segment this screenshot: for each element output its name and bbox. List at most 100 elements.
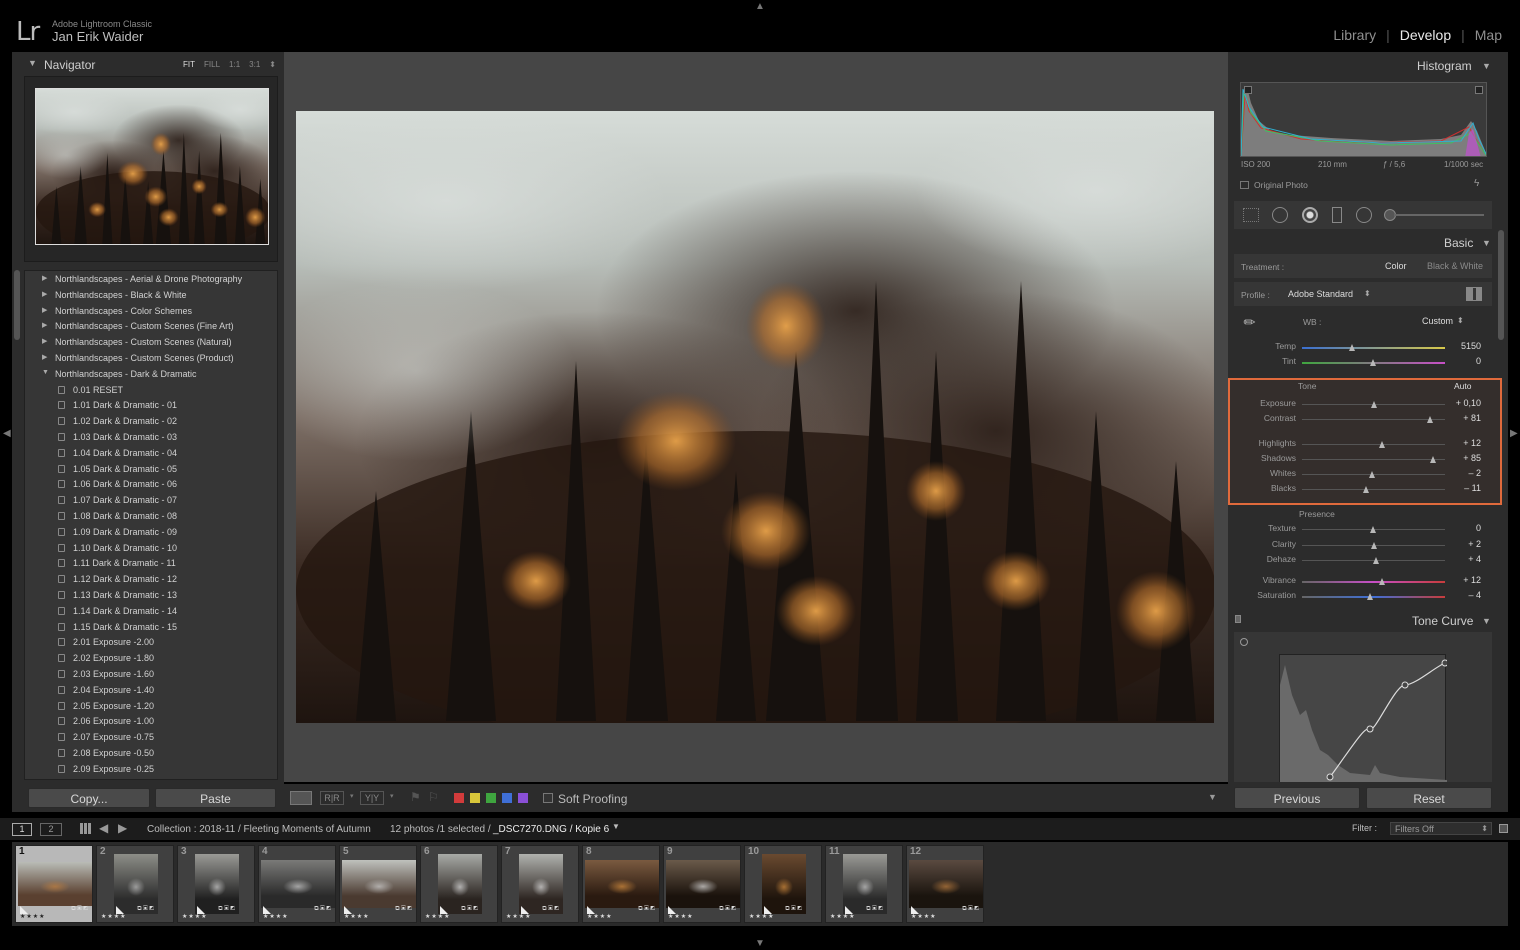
previous-button[interactable]: Previous [1234,787,1360,809]
slider-value[interactable]: + 0,10 [1456,398,1481,408]
filmstrip-thumb[interactable]: 4 ⧉ ▣ ◩ ★★★★ [258,845,336,923]
dropdown-arrows-icon[interactable]: ⬍ [1364,289,1371,298]
preset-item[interactable]: 2.07 Exposure -0.75 [25,731,275,747]
toolbar-options-icon[interactable]: ▼ [1208,792,1217,802]
slider-track[interactable] [1302,401,1445,408]
color-label-red[interactable] [454,793,464,803]
copy-button[interactable]: Copy... [28,788,150,808]
preset-folder[interactable]: ▶ Northlandscapes - Custom Scenes (Natura… [25,336,275,352]
main-window-button[interactable]: 1 [12,823,32,836]
slider-value[interactable]: – 4 [1468,590,1481,600]
preset-folder[interactable]: ▶ Northlandscapes - Custom Scenes (Produc… [25,352,275,368]
tone-curve-title[interactable]: Tone Curve [1412,614,1473,628]
collapse-triangle-icon[interactable]: ▼ [1482,61,1491,71]
soft-proofing-checkbox[interactable] [543,793,553,803]
main-photo[interactable] [296,111,1214,723]
filmstrip-thumb[interactable]: 9 ⧉ ▣ ◩ ★★★★ [663,845,741,923]
slider-contrast[interactable]: Contrast + 81 [1232,413,1492,427]
slider-thumb[interactable] [1368,471,1375,478]
filename-dropdown-icon[interactable]: ▼ [612,822,620,831]
preset-item[interactable]: 1.07 Dark & Dramatic - 07 [25,494,275,510]
filmstrip-thumb[interactable]: 8 ⧉ ▣ ◩ ★★★★ [582,845,660,923]
slider-thumb[interactable] [1348,344,1355,351]
preset-item[interactable]: 1.01 Dark & Dramatic - 01 [25,399,275,415]
slider-track[interactable] [1302,359,1445,366]
preset-item[interactable]: 1.08 Dark & Dramatic - 08 [25,510,275,526]
basic-title[interactable]: Basic [1444,236,1473,250]
preset-item[interactable]: 1.14 Dark & Dramatic - 14 [25,605,275,621]
slider-value[interactable]: + 12 [1463,575,1481,585]
before-after-view-icon[interactable]: R|R [320,791,344,805]
filmstrip-thumb[interactable]: 10 ⧉ ▣ ◩ ★★★★ [744,845,822,923]
preset-item[interactable]: 1.13 Dark & Dramatic - 13 [25,589,275,605]
preset-folder[interactable]: ▶ Northlandscapes - Color Schemes [25,305,275,321]
module-library[interactable]: Library [1323,27,1386,43]
slider-value[interactable]: 0 [1476,356,1481,366]
expanded-triangle-icon[interactable]: ▼ [42,369,49,376]
slider-exposure[interactable]: Exposure + 0,10 [1232,398,1492,412]
slider-track[interactable] [1302,344,1445,351]
histogram-graph[interactable] [1240,82,1487,157]
preset-item[interactable]: 1.11 Dark & Dramatic - 11 [25,557,275,573]
treatment-color-option[interactable]: Color [1385,261,1407,271]
slider-value[interactable]: + 81 [1463,413,1481,423]
collapsed-triangle-icon[interactable]: ▶ [42,353,47,361]
slider-highlights[interactable]: Highlights + 12 [1232,438,1492,452]
grid-view-icon[interactable] [80,823,91,834]
right-panel-toggle-icon[interactable]: ▶ [1510,428,1518,439]
slider-vibrance[interactable]: Vibrance + 12 [1232,575,1492,589]
preset-item[interactable]: 1.12 Dark & Dramatic - 12 [25,573,275,589]
preset-folder[interactable]: ▼ Northlandscapes - Dark & Dramatic [25,368,275,384]
slider-value[interactable]: + 12 [1463,438,1481,448]
color-label-blue[interactable] [502,793,512,803]
slider-temp[interactable]: Temp 5150 [1232,341,1492,355]
slider-thumb[interactable] [1370,526,1376,533]
preset-folder[interactable]: ▶ Northlandscapes - Aerial & Drone Photog… [25,273,275,289]
preset-item[interactable]: 2.05 Exposure -1.20 [25,700,275,716]
slider-track[interactable] [1302,471,1445,478]
slider-dehaze[interactable]: Dehaze + 4 [1232,554,1492,568]
slider-blacks[interactable]: Blacks – 11 [1232,483,1492,497]
zoom-3-1[interactable]: 3:1 [249,60,260,69]
histogram-title[interactable]: Histogram [1417,59,1472,73]
slider-value[interactable]: – 2 [1468,468,1481,478]
slider-thumb[interactable] [1362,486,1369,493]
filmstrip-thumb[interactable]: 2 ⧉ ▣ ◩ ★★★★ [96,845,174,923]
collapse-triangle-icon[interactable]: ▼ [1482,238,1491,248]
slider-track[interactable] [1302,557,1445,564]
navigator-preview-image[interactable] [35,88,269,245]
profile-dropdown[interactable]: Adobe Standard [1288,289,1353,299]
dropdown-arrows-icon[interactable]: ⬍ [1457,316,1464,325]
highlight-clipping-icon[interactable] [1475,86,1483,94]
slider-track[interactable] [1302,578,1445,585]
filmstrip-thumb[interactable]: 5 ⧉ ▣ ◩ ★★★★ [339,845,417,923]
color-label-purple[interactable] [518,793,528,803]
back-arrow-icon[interactable]: ◀ [99,821,108,835]
collapse-triangle-icon[interactable]: ▼ [1482,616,1491,626]
preset-item[interactable]: 1.09 Dark & Dramatic - 09 [25,526,275,542]
forward-arrow-icon[interactable]: ▶ [118,821,127,835]
wb-dropdown[interactable]: Custom [1422,316,1453,326]
graduated-filter-icon[interactable] [1332,207,1342,223]
preset-item[interactable]: 2.08 Exposure -0.50 [25,747,275,763]
slider-track[interactable] [1302,456,1445,463]
slider-thumb[interactable] [1370,359,1376,366]
slider-saturation[interactable]: Saturation – 4 [1232,590,1492,604]
preset-item[interactable]: 1.04 Dark & Dramatic - 04 [25,447,275,463]
slider-value[interactable]: + 2 [1468,539,1481,549]
zoom-fill[interactable]: FILL [204,60,220,69]
slider-clarity[interactable]: Clarity + 2 [1232,539,1492,553]
navigator-header[interactable]: ▼ Navigator FIT FILL 1:1 3:1 ⬍ [24,55,278,73]
preset-item[interactable]: 1.10 Dark & Dramatic - 10 [25,542,275,558]
slider-value[interactable]: + 4 [1468,554,1481,564]
slider-thumb[interactable] [1430,456,1437,463]
profile-browser-icon[interactable] [1466,287,1482,301]
preset-item[interactable]: 2.09 Exposure -0.25 [25,763,275,779]
radial-filter-icon[interactable] [1356,207,1372,223]
filmstrip-thumb[interactable]: 11 ⧉ ▣ ◩ ★★★★ [825,845,903,923]
flag-reject-icon[interactable]: ⚐ [428,790,439,804]
red-eye-icon[interactable] [1302,207,1318,223]
auto-tone-button[interactable]: Auto [1454,381,1472,391]
bottom-panel-toggle-icon[interactable]: ▼ [755,938,765,949]
second-window-button[interactable]: 2 [40,823,62,836]
